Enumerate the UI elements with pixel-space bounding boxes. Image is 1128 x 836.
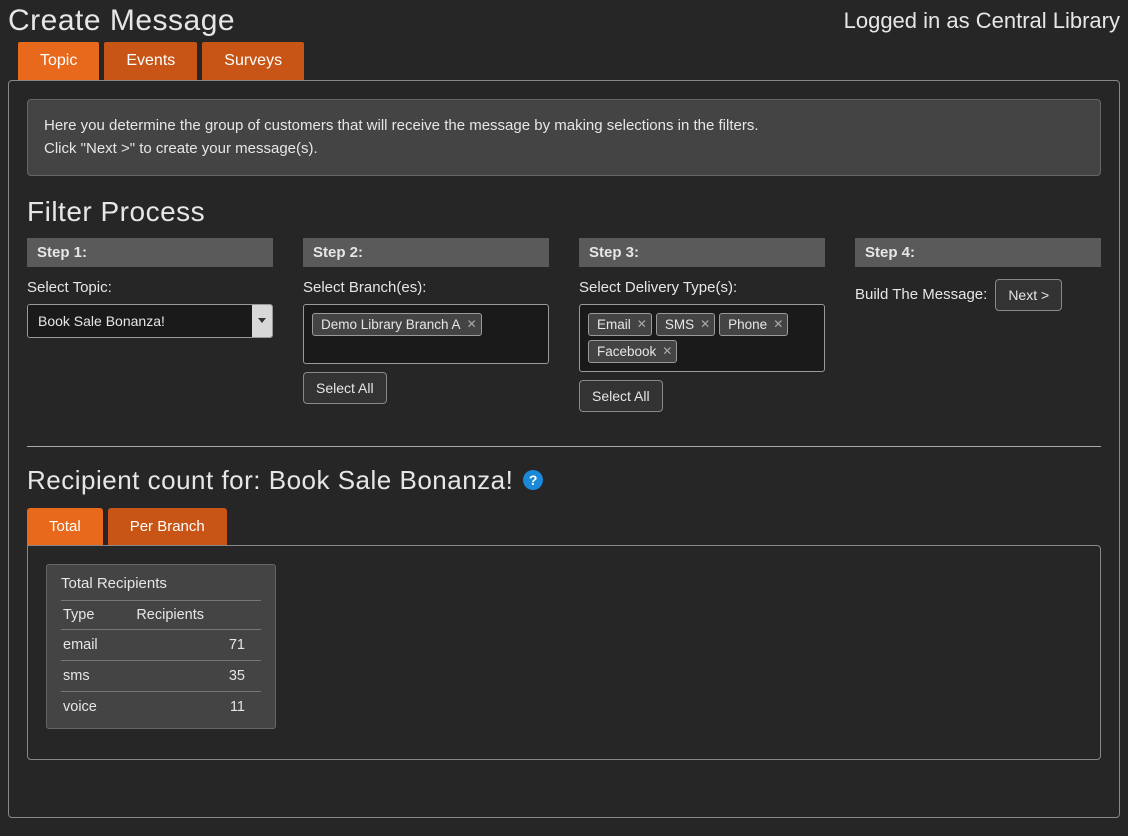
recipient-count-heading: Recipient count for: Book Sale Bonanza! … [27, 465, 1101, 496]
step-3: Step 3: Select Delivery Type(s): Email✕S… [579, 238, 825, 412]
main-panel: Here you determine the group of customer… [8, 80, 1120, 818]
step-1-label: Select Topic: [27, 279, 273, 296]
step-2-label: Select Branch(es): [303, 279, 549, 296]
table-row: email71 [61, 629, 261, 660]
topic-select[interactable]: Book Sale Bonanza! [27, 304, 273, 338]
recipients-table-wrap: Total Recipients Type Recipients email71… [46, 564, 276, 729]
next-button[interactable]: Next > [995, 279, 1062, 311]
table-row: voice11 [61, 691, 261, 722]
step-1: Step 1: Select Topic: Book Sale Bonanza! [27, 238, 273, 412]
delivery-tag-container[interactable]: Email ✕ SMS ✕ Phone ✕ Facebook ✕ [579, 304, 825, 372]
step-1-header: Step 1: [27, 238, 273, 267]
step-2: Step 2: Select Branch(es): Demo Library … [303, 238, 549, 412]
filter-process-heading: Filter Process [27, 196, 1101, 228]
close-icon[interactable]: ✕ [700, 318, 710, 330]
close-icon[interactable]: ✕ [637, 318, 647, 330]
page-title: Create Message [8, 4, 235, 38]
recipient-panel: Total Recipients Type Recipients email71… [27, 545, 1101, 760]
recipients-table-title: Total Recipients [61, 575, 261, 592]
tag-item[interactable]: Facebook ✕ [588, 340, 677, 363]
recipient-sub-tabs: Total Per Branch [27, 508, 1101, 545]
tag-item[interactable]: Phone ✕ [719, 313, 788, 336]
help-icon[interactable]: ? [523, 470, 543, 490]
branch-tag-container[interactable]: Demo Library Branch A ✕ [303, 304, 549, 364]
topic-select-value: Book Sale Bonanza! [28, 305, 252, 337]
tag-label: Demo Library Branch A [321, 317, 461, 332]
tag-label: SMS [665, 317, 694, 332]
step-4-header: Step 4: [855, 238, 1101, 267]
tag-item[interactable]: Email ✕ [588, 313, 652, 336]
step-4-label: Build The Message: [855, 286, 987, 303]
close-icon[interactable]: ✕ [662, 345, 672, 357]
divider [27, 446, 1101, 447]
main-tabs: Topic Events Surveys [18, 42, 1120, 80]
recipients-table: Type Recipients email71sms35voice11 [61, 600, 261, 722]
close-icon[interactable]: ✕ [467, 318, 477, 330]
step-3-label: Select Delivery Type(s): [579, 279, 825, 296]
chevron-down-icon[interactable] [252, 305, 272, 337]
sub-tab-per-branch[interactable]: Per Branch [108, 508, 227, 545]
tab-events[interactable]: Events [104, 42, 197, 80]
tab-surveys[interactable]: Surveys [202, 42, 304, 80]
close-icon[interactable]: ✕ [773, 318, 783, 330]
select-all-delivery-button[interactable]: Select All [579, 380, 663, 412]
tag-label: Facebook [597, 344, 656, 359]
step-3-header: Step 3: [579, 238, 825, 267]
info-box: Here you determine the group of customer… [27, 99, 1101, 176]
step-4: Step 4: Build The Message: Next > [855, 238, 1101, 412]
col-type: Type [61, 600, 126, 629]
tab-topic[interactable]: Topic [18, 42, 99, 80]
step-2-header: Step 2: [303, 238, 549, 267]
login-status: Logged in as Central Library [844, 8, 1120, 34]
col-recipients: Recipients [126, 600, 261, 629]
tag-item[interactable]: Demo Library Branch A ✕ [312, 313, 482, 336]
sub-tab-total[interactable]: Total [27, 508, 103, 545]
tag-label: Email [597, 317, 631, 332]
select-all-branches-button[interactable]: Select All [303, 372, 387, 404]
tag-item[interactable]: SMS ✕ [656, 313, 715, 336]
table-row: sms35 [61, 660, 261, 691]
tag-label: Phone [728, 317, 767, 332]
